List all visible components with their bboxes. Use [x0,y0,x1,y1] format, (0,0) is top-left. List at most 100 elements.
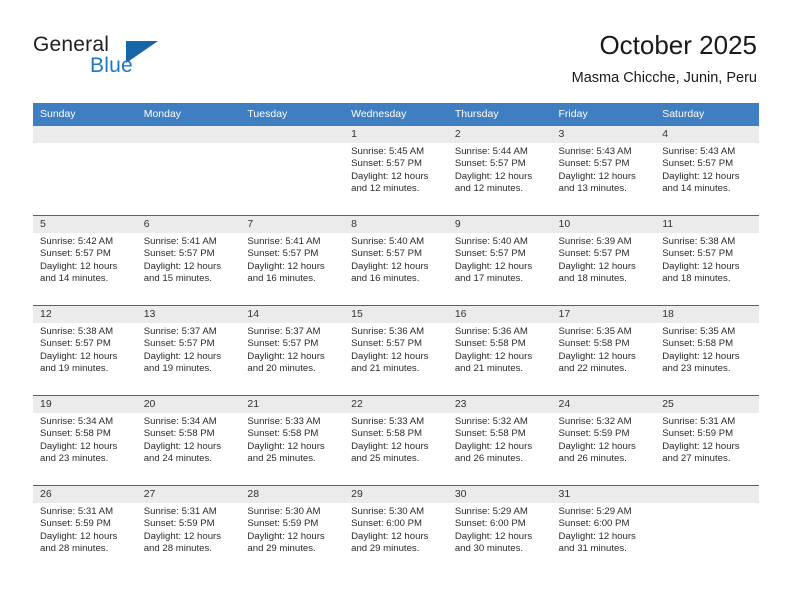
day-info-line: Sunset: 5:57 PM [247,338,319,350]
calendar-day-cell[interactable]: 5 Sunrise: 5:42 AM Sunset: 5:57 PM Daylight… [33,215,137,306]
day-info-line: Sunrise: 5:31 AM [40,506,114,517]
calendar-day-cell[interactable]: 31 Sunrise: 5:29 AM Sunset: 6:00 PM Dayligh… [551,485,656,575]
day-info-line: Sunset: 5:57 PM [143,248,215,260]
day-number: 24 [551,396,656,413]
calendar-day-cell[interactable]: 22 Sunrise: 5:33 AM Sunset: 5:58 PM Dayligh… [344,395,448,486]
day-info-line: Daylight: 12 hours [454,350,533,362]
calendar-day-cell[interactable]: 16 Sunrise: 5:36 AM Sunset: 5:58 PM Dayligh… [447,305,552,396]
day-number: 4 [655,126,759,143]
calendar-day-cell[interactable]: 7 Sunrise: 5:41 AM Sunset: 5:57 PM Daylight… [240,215,345,306]
page-header: General Blue October 2025 Masma Chicche,… [0,0,792,100]
weekday-header-sunday: Sunday [33,103,137,126]
calendar-day-cell[interactable]: 25 Sunrise: 5:31 AM Sunset: 5:59 PM Dayligh… [655,395,759,486]
day-number: 3 [551,126,656,143]
day-info-line: Daylight: 12 hours [40,260,118,272]
calendar-day-cell[interactable]: 3 Sunrise: 5:43 AM Sunset: 5:57 PM Daylight… [551,126,656,216]
day-info-line: and 18 minutes. [662,273,731,285]
day-info-line: Sunset: 5:59 PM [40,518,111,530]
day-info-line: Sunrise: 5:42 AM [40,236,114,247]
calendar-day-cell[interactable]: 14 Sunrise: 5:37 AM Sunset: 5:57 PM Dayligh… [240,305,345,396]
day-number [655,486,759,503]
calendar-day-cell[interactable]: 1 Sunrise: 5:45 AM Sunset: 5:57 PM Daylight… [344,126,448,216]
day-sun-info: Sunrise: 5:40 AM Sunset: 5:57 PM Daylight:… [448,233,552,286]
calendar-day-cell[interactable]: 10 Sunrise: 5:39 AM Sunset: 5:57 PM Dayligh… [551,215,656,306]
calendar-day-cell[interactable]: 26 Sunrise: 5:31 AM Sunset: 5:59 PM Dayligh… [33,485,137,575]
day-info-line: Sunrise: 5:29 AM [558,506,632,517]
day-info-line: Daylight: 12 hours [662,170,740,182]
day-sun-info: Sunrise: 5:37 AM Sunset: 5:57 PM Daylight:… [137,323,241,376]
calendar-day-cell[interactable]: 19 Sunrise: 5:34 AM Sunset: 5:58 PM Dayligh… [33,395,137,486]
day-sun-info: Sunrise: 5:31 AM Sunset: 5:59 PM Daylight:… [33,503,137,556]
day-info-line: and 23 minutes. [662,363,731,375]
day-info-line: Sunset: 5:57 PM [143,338,215,350]
day-number: 22 [344,396,448,413]
calendar-day-cell-empty [655,485,759,575]
calendar-day-cell[interactable]: 15 Sunrise: 5:36 AM Sunset: 5:57 PM Dayligh… [344,305,448,396]
day-sun-info: Sunrise: 5:41 AM Sunset: 5:57 PM Daylight:… [137,233,241,286]
day-info-line: Sunrise: 5:35 AM [662,326,736,337]
calendar-day-cell-empty [136,126,241,216]
calendar-day-cell[interactable]: 28 Sunrise: 5:30 AM Sunset: 5:59 PM Dayligh… [240,485,345,575]
day-sun-info: Sunrise: 5:33 AM Sunset: 5:58 PM Daylight:… [240,413,344,466]
calendar-day-cell[interactable]: 20 Sunrise: 5:34 AM Sunset: 5:58 PM Dayligh… [136,395,241,486]
day-info-line: Daylight: 12 hours [351,530,429,542]
calendar-day-cell[interactable]: 6 Sunrise: 5:41 AM Sunset: 5:57 PM Daylight… [136,215,241,306]
day-sun-info: Sunrise: 5:36 AM Sunset: 5:57 PM Daylight:… [344,323,448,376]
day-info-line: and 15 minutes. [143,273,212,285]
calendar-day-cell[interactable]: 12 Sunrise: 5:38 AM Sunset: 5:57 PM Dayligh… [33,305,137,396]
day-info-line: Daylight: 12 hours [454,440,533,452]
calendar-day-cell[interactable]: 21 Sunrise: 5:33 AM Sunset: 5:58 PM Dayligh… [240,395,345,486]
day-info-line: Sunrise: 5:36 AM [454,326,528,337]
day-info-line: Daylight: 12 hours [40,440,118,452]
day-info-line: Daylight: 12 hours [351,260,429,272]
day-number: 1 [344,126,448,143]
day-sun-info: Sunrise: 5:43 AM Sunset: 5:57 PM Daylight:… [552,143,656,196]
calendar-page: General Blue October 2025 Masma Chicche,… [0,0,792,612]
day-number: 23 [447,396,552,413]
day-sun-info: Sunrise: 5:29 AM Sunset: 6:00 PM Daylight:… [448,503,552,556]
calendar-day-cell[interactable]: 17 Sunrise: 5:35 AM Sunset: 5:58 PM Dayligh… [551,305,656,396]
calendar-day-cell-empty [240,126,345,216]
day-sun-info: Sunrise: 5:29 AM Sunset: 6:00 PM Daylight:… [552,503,656,556]
calendar-day-cell[interactable]: 23 Sunrise: 5:32 AM Sunset: 5:58 PM Dayligh… [447,395,552,486]
day-info-line: Sunrise: 5:30 AM [351,506,425,517]
day-info-line: Daylight: 12 hours [558,530,636,542]
day-info-line: Sunrise: 5:32 AM [454,416,528,427]
day-number: 19 [33,396,137,413]
calendar-day-cell[interactable]: 9 Sunrise: 5:40 AM Sunset: 5:57 PM Daylight… [447,215,552,306]
day-info-line: and 22 minutes. [558,363,627,375]
calendar-day-cell[interactable]: 18 Sunrise: 5:35 AM Sunset: 5:58 PM Dayligh… [655,305,759,396]
day-sun-info: Sunrise: 5:39 AM Sunset: 5:57 PM Daylight:… [552,233,656,286]
day-info-line: and 21 minutes. [351,363,420,375]
day-info-line: Sunset: 5:58 PM [351,428,423,440]
calendar-day-cell[interactable]: 13 Sunrise: 5:37 AM Sunset: 5:57 PM Dayligh… [136,305,241,396]
calendar-day-cell[interactable]: 11 Sunrise: 5:38 AM Sunset: 5:57 PM Dayligh… [655,215,759,306]
day-sun-info: Sunrise: 5:45 AM Sunset: 5:57 PM Daylight:… [344,143,448,196]
day-number: 29 [344,486,448,503]
day-sun-info: Sunrise: 5:30 AM Sunset: 6:00 PM Daylight:… [344,503,448,556]
day-sun-info: Sunrise: 5:36 AM Sunset: 5:58 PM Daylight:… [448,323,552,376]
day-info-line: Sunrise: 5:29 AM [454,506,528,517]
calendar-day-cell[interactable]: 24 Sunrise: 5:32 AM Sunset: 5:59 PM Dayligh… [551,395,656,486]
day-info-line: Sunset: 5:57 PM [454,158,526,170]
day-info-line: Sunset: 6:00 PM [454,518,526,530]
day-number: 11 [655,216,759,233]
calendar-day-cell[interactable]: 8 Sunrise: 5:40 AM Sunset: 5:57 PM Daylight… [344,215,448,306]
day-sun-info: Sunrise: 5:43 AM Sunset: 5:57 PM Daylight:… [655,143,759,196]
day-info-line: and 27 minutes. [662,453,731,465]
day-sun-info: Sunrise: 5:38 AM Sunset: 5:57 PM Daylight:… [655,233,759,286]
day-info-line: Daylight: 12 hours [40,350,118,362]
calendar-week-row: 26 Sunrise: 5:31 AM Sunset: 5:59 PM Dayligh… [33,485,759,575]
calendar-day-cell[interactable]: 2 Sunrise: 5:44 AM Sunset: 5:57 PM Daylight… [447,126,552,216]
day-info-line: Sunset: 5:58 PM [662,338,734,350]
day-info-line: and 26 minutes. [454,453,524,465]
location-subtitle: Masma Chicche, Junin, Peru [571,70,757,86]
day-info-line: Sunset: 5:58 PM [454,428,526,440]
day-sun-info: Sunrise: 5:37 AM Sunset: 5:57 PM Daylight:… [240,323,344,376]
calendar-day-cell[interactable]: 30 Sunrise: 5:29 AM Sunset: 6:00 PM Dayligh… [447,485,552,575]
calendar-day-cell[interactable]: 4 Sunrise: 5:43 AM Sunset: 5:57 PM Daylight… [655,126,759,216]
calendar-day-cell[interactable]: 29 Sunrise: 5:30 AM Sunset: 6:00 PM Dayligh… [344,485,448,575]
calendar-day-cell[interactable]: 27 Sunrise: 5:31 AM Sunset: 5:59 PM Dayligh… [136,485,241,575]
day-info-line: Sunset: 5:59 PM [558,428,630,440]
day-number: 2 [447,126,552,143]
